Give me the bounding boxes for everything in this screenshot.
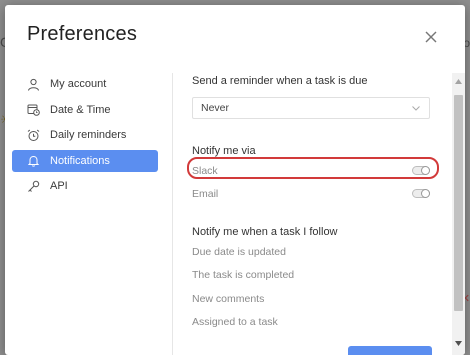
follow-item-assigned: Assigned to a task xyxy=(192,316,278,328)
slack-toggle[interactable] xyxy=(412,166,430,175)
sidebar-item-api[interactable]: API xyxy=(12,175,158,197)
chevron-down-icon xyxy=(412,106,420,111)
highlight-outline xyxy=(187,157,439,179)
calendar-clock-icon xyxy=(26,103,40,117)
follow-item-due-date: Due date is updated xyxy=(192,246,286,258)
email-toggle[interactable] xyxy=(412,189,430,198)
sidebar-item-notifications[interactable]: Notifications xyxy=(12,149,158,172)
reminder-select-value: Never xyxy=(201,102,230,114)
follow-label: Notify me when a task I follow xyxy=(192,226,338,238)
sidebar-item-label: Date & Time xyxy=(50,103,111,116)
scroll-down-arrow-icon[interactable] xyxy=(455,341,462,346)
email-label: Email xyxy=(192,188,219,200)
notify-via-label: Notify me via xyxy=(192,145,256,157)
content-scrollbar[interactable] xyxy=(452,73,465,355)
email-row: Email xyxy=(192,185,432,203)
key-icon xyxy=(26,179,40,193)
user-icon xyxy=(26,77,40,91)
sidebar-item-label: API xyxy=(50,180,68,192)
follow-item-new-comments: New comments xyxy=(192,293,265,305)
toggle-knob xyxy=(421,166,430,175)
preferences-dialog: Preferences My account Date & Time Daily… xyxy=(5,5,465,355)
close-button[interactable] xyxy=(423,29,439,45)
toggle-knob xyxy=(421,189,430,198)
notifications-panel: Send a reminder when a task is due Never… xyxy=(187,75,439,328)
reminder-label: Send a reminder when a task is due xyxy=(192,75,368,87)
save-button[interactable] xyxy=(348,346,432,355)
follow-item-task-completed: The task is completed xyxy=(192,269,295,281)
alarm-clock-icon xyxy=(26,128,40,142)
content-divider xyxy=(172,73,173,355)
dialog-title: Preferences xyxy=(27,23,138,45)
scroll-up-arrow-icon[interactable] xyxy=(455,79,462,84)
sidebar-item-daily-reminders[interactable]: Daily reminders xyxy=(12,124,158,146)
sidebar-item-label: Daily reminders xyxy=(50,129,127,141)
close-icon[interactable] xyxy=(423,29,439,45)
slack-row: Slack xyxy=(187,157,439,180)
reminder-select[interactable]: Never xyxy=(192,97,430,119)
sidebar-item-date-time[interactable]: Date & Time xyxy=(12,99,158,121)
sidebar-item-label: My account xyxy=(50,78,107,90)
preferences-sidebar: My account Date & Time Daily reminders N… xyxy=(12,73,158,201)
scrollbar-thumb[interactable] xyxy=(454,95,463,311)
sidebar-item-label: Notifications xyxy=(50,154,110,167)
bell-icon xyxy=(26,154,40,168)
sidebar-item-my-account[interactable]: My account xyxy=(12,73,158,95)
